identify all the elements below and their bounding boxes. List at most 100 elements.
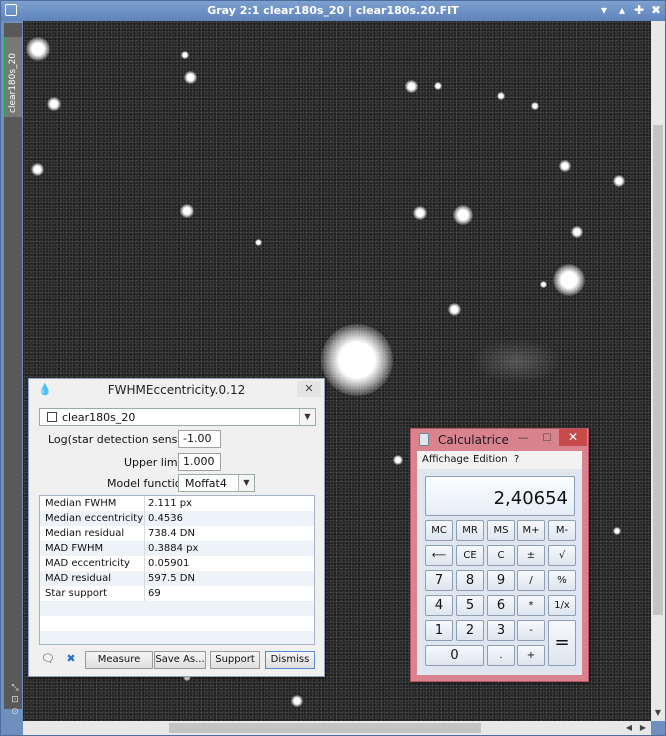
table-row: Median residual 738.4 DN <box>45 526 195 541</box>
minimize-icon[interactable]: — <box>511 432 535 446</box>
chevron-down-icon[interactable]: ▼ <box>238 475 254 491</box>
key-decimal[interactable]: . <box>487 645 515 666</box>
key-ms[interactable]: MS <box>487 520 515 541</box>
table-row: Median FWHM 2.111 px <box>45 496 193 511</box>
close-icon[interactable]: ✖ <box>649 3 663 17</box>
key-add[interactable]: + <box>517 645 545 666</box>
dialog-titlebar[interactable]: 💧 FWHMEccentricity.0.12 ✕ <box>29 379 324 401</box>
upper-limit-input[interactable]: 1.000 <box>178 453 221 471</box>
star <box>181 51 189 59</box>
star <box>434 82 442 90</box>
image-icon <box>47 412 57 422</box>
key-plus-minus[interactable]: ± <box>517 545 545 566</box>
key-9[interactable]: 9 <box>487 570 515 591</box>
menu-help[interactable]: ? <box>514 451 519 469</box>
image-tab[interactable]: clear180s_20 <box>4 37 22 117</box>
model-function-value: Moffat4 <box>185 477 227 490</box>
key-6[interactable]: 6 <box>487 595 515 616</box>
key-multiply[interactable]: * <box>517 595 545 616</box>
lock-icon[interactable]: ⊙ <box>10 707 20 717</box>
scroll-left-icon[interactable]: ◀ <box>623 722 635 734</box>
star <box>321 324 393 396</box>
calculator-body: Affichage Edition ? 2,40654 MC MR MS M+ … <box>417 451 582 675</box>
key-2[interactable]: 2 <box>456 620 484 641</box>
image-window-title: Gray 2:1 clear180s_20 | clear180s.20.FIT <box>207 4 459 17</box>
save-as-button[interactable]: Save As... <box>154 651 206 669</box>
key-sqrt[interactable]: √ <box>548 545 576 566</box>
key-subtract[interactable]: - <box>517 620 545 641</box>
star <box>540 281 547 288</box>
scroll-down-icon[interactable]: ▼ <box>652 707 664 719</box>
key-7[interactable]: 7 <box>425 570 453 591</box>
maximize-icon[interactable]: ✚ <box>632 3 646 17</box>
menu-view[interactable]: Affichage <box>422 451 469 469</box>
nebula <box>471 339 563 383</box>
dismiss-button[interactable]: Dismiss <box>265 651 315 669</box>
comment-icon[interactable]: 🗨 <box>41 652 55 666</box>
key-ce[interactable]: CE <box>456 545 484 566</box>
key-0[interactable]: 0 <box>425 645 484 666</box>
star <box>184 71 197 84</box>
table-row: MAD eccentricity 0.05901 <box>45 556 190 571</box>
key-percent[interactable]: % <box>548 570 576 591</box>
table-row: Median eccentricity 0.4536 <box>40 511 314 526</box>
chevron-down-icon[interactable]: ▼ <box>299 409 315 425</box>
measure-button[interactable]: Measure <box>85 651 153 669</box>
key-4[interactable]: 4 <box>425 595 453 616</box>
star <box>571 226 583 238</box>
pin-icon[interactable]: ⊡ <box>10 695 20 705</box>
calculator-menu-bar: Affichage Edition ? <box>417 451 582 469</box>
calculator-titlebar[interactable]: Calculatrice — ☐ ✕ <box>411 429 588 451</box>
vertical-scroll-thumb[interactable] <box>653 125 663 615</box>
image-side-bar: clear180s_20 ⤡ ⊡ ⊙ <box>4 23 22 717</box>
star <box>255 239 262 246</box>
key-m-minus[interactable]: M- <box>548 520 576 541</box>
star <box>448 303 461 316</box>
key-backspace[interactable]: ⟵ <box>425 545 453 566</box>
image-window-titlebar[interactable]: Gray 2:1 clear180s_20 | clear180s.20.FIT… <box>1 1 665 21</box>
key-3[interactable]: 3 <box>487 620 515 641</box>
table-row <box>40 616 314 631</box>
close-icon[interactable]: ✕ <box>559 429 587 446</box>
key-divide[interactable]: / <box>517 570 545 591</box>
star <box>413 206 427 220</box>
star <box>31 163 44 176</box>
menu-edit[interactable]: Edition <box>473 451 508 469</box>
horizontal-scrollbar[interactable]: ◀ ▶ <box>23 721 651 735</box>
scroll-right-icon[interactable]: ▶ <box>637 722 649 734</box>
key-equals[interactable]: = <box>548 620 576 666</box>
key-c[interactable]: C <box>487 545 515 566</box>
key-5[interactable]: 5 <box>456 595 484 616</box>
key-reciprocal[interactable]: 1/x <box>548 595 576 616</box>
star <box>26 37 50 61</box>
dialog-title: FWHMEccentricity.0.12 <box>107 383 246 397</box>
collapse-icon[interactable]: ▴ <box>615 3 629 17</box>
table-row: MAD residual 597.5 DN <box>40 571 314 586</box>
image-select[interactable]: clear180s_20 ▼ <box>39 408 316 426</box>
support-button[interactable]: Support <box>210 651 260 669</box>
calculator-window: Calculatrice — ☐ ✕ Affichage Edition ? 2… <box>410 428 589 682</box>
star <box>291 695 303 707</box>
star <box>553 264 585 296</box>
maximize-icon[interactable]: ☐ <box>535 432 559 446</box>
image-select-value: clear180s_20 <box>62 411 136 424</box>
key-8[interactable]: 8 <box>456 570 484 591</box>
model-function-select[interactable]: Moffat4 ▼ <box>178 474 255 492</box>
calculator-icon <box>419 433 429 446</box>
expand-icon[interactable]: ⤡ <box>10 683 20 693</box>
table-row <box>40 631 314 644</box>
star <box>531 102 539 110</box>
key-m-plus[interactable]: M+ <box>517 520 545 541</box>
vertical-scrollbar[interactable]: ▼ <box>651 21 665 721</box>
sensitivity-input[interactable]: -1.00 <box>178 430 221 448</box>
horizontal-scroll-thumb[interactable] <box>169 723 481 733</box>
star <box>405 80 418 93</box>
key-mc[interactable]: MC <box>425 520 453 541</box>
fwhm-eccentricity-dialog: 💧 FWHMEccentricity.0.12 ✕ clear180s_20 ▼… <box>28 378 325 677</box>
shade-icon[interactable]: ▾ <box>597 3 611 17</box>
close-icon[interactable]: ✕ <box>297 381 321 397</box>
key-mr[interactable]: MR <box>456 520 484 541</box>
key-1[interactable]: 1 <box>425 620 453 641</box>
tools-icon[interactable]: ✖ <box>64 652 78 666</box>
image-tab-label: clear180s_20 <box>8 52 18 113</box>
